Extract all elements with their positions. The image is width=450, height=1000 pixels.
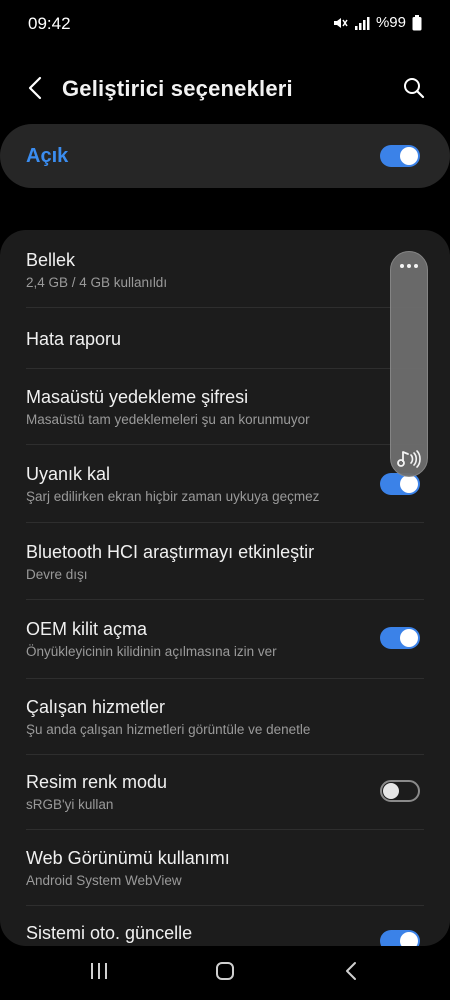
master-toggle[interactable] xyxy=(380,145,420,167)
setting-memory[interactable]: Bellek 2,4 GB / 4 GB kullanıldı xyxy=(0,230,450,308)
setting-stay-awake[interactable]: Uyanık kal Şarj edilirken ekran hiçbir z… xyxy=(0,445,450,523)
setting-color-mode[interactable]: Resim renk modu sRGB'yi kullan xyxy=(0,755,450,830)
recents-button[interactable] xyxy=(84,960,114,986)
oem-unlock-toggle[interactable] xyxy=(380,627,420,649)
setting-backup-password[interactable]: Masaüstü yedekleme şifresi Masaüstü tam … xyxy=(0,369,450,445)
setting-subtitle: Devre dışı xyxy=(26,567,88,582)
battery-icon xyxy=(412,14,422,31)
setting-title: Masaüstü yedekleme şifresi xyxy=(26,387,249,407)
nav-back-icon xyxy=(344,961,358,986)
more-dots-icon[interactable] xyxy=(400,264,418,268)
status-icons: %99 xyxy=(332,14,422,31)
home-icon xyxy=(215,961,235,986)
setting-subtitle: 2,4 GB / 4 GB kullanıldı xyxy=(26,275,168,290)
mute-icon xyxy=(332,15,348,31)
setting-running-services[interactable]: Çalışan hizmetler Şu anda çalışan hizmet… xyxy=(0,679,450,755)
status-time: 09:42 xyxy=(28,14,71,33)
master-switch-row[interactable]: Açık xyxy=(0,124,450,188)
app-header: Geliştirici seçenekleri xyxy=(0,62,450,118)
floating-panel[interactable] xyxy=(390,251,428,477)
setting-subtitle: Masaüstü tam yedeklemeleri şu an korunmu… xyxy=(26,412,310,427)
settings-list: Bellek 2,4 GB / 4 GB kullanıldı Hata rap… xyxy=(0,230,450,946)
page-title: Geliştirici seçenekleri xyxy=(62,76,293,101)
setting-title: Hata raporu xyxy=(26,329,122,349)
nav-back-button[interactable] xyxy=(336,960,366,986)
signal-icon xyxy=(354,16,370,30)
setting-title: Sistemi oto. güncelle xyxy=(26,923,193,943)
setting-oem-unlock[interactable]: OEM kilit açma Önyükleyicinin kilidinin … xyxy=(0,600,450,678)
setting-subtitle: Şarj edilirken ekran hiçbir zaman uykuya… xyxy=(26,489,320,504)
setting-subtitle: Android System WebView xyxy=(26,873,182,888)
setting-webview[interactable]: Web Görünümü kullanımı Android System We… xyxy=(0,830,450,906)
color-mode-toggle[interactable] xyxy=(380,780,420,802)
home-button[interactable] xyxy=(210,960,240,986)
setting-bug-report[interactable]: Hata raporu xyxy=(0,308,450,368)
search-icon xyxy=(403,77,425,104)
recents-icon xyxy=(89,962,109,985)
setting-auto-update[interactable]: Sistemi oto. güncelle xyxy=(0,906,450,946)
setting-title: Resim renk modu xyxy=(26,772,168,792)
setting-subtitle: Önyükleyicinin kilidinin açılmasına izin… xyxy=(26,644,277,659)
setting-bluetooth-hci[interactable]: Bluetooth HCI araştırmayı etkinleştir De… xyxy=(0,523,450,599)
setting-title: Çalışan hizmetler xyxy=(26,697,166,717)
setting-title: Bellek xyxy=(26,250,76,270)
status-bar: 09:42 %99 xyxy=(0,0,450,50)
music-note-icon[interactable] xyxy=(397,448,423,475)
setting-subtitle: sRGB'yi kullan xyxy=(26,797,114,812)
setting-title: OEM kilit açma xyxy=(26,619,148,639)
search-button[interactable] xyxy=(398,74,430,106)
setting-title: Web Görünümü kullanımı xyxy=(26,848,230,868)
setting-title: Uyanık kal xyxy=(26,464,111,484)
battery-text: %99 xyxy=(375,14,406,31)
arrow-left-icon xyxy=(28,76,42,105)
back-button[interactable] xyxy=(20,74,50,106)
auto-update-toggle[interactable] xyxy=(380,930,420,946)
master-switch-label: Açık xyxy=(26,145,69,167)
setting-subtitle: Şu anda çalışan hizmetleri görüntüle ve … xyxy=(26,722,311,737)
navigation-bar xyxy=(0,946,450,1000)
setting-title: Bluetooth HCI araştırmayı etkinleştir xyxy=(26,542,315,562)
